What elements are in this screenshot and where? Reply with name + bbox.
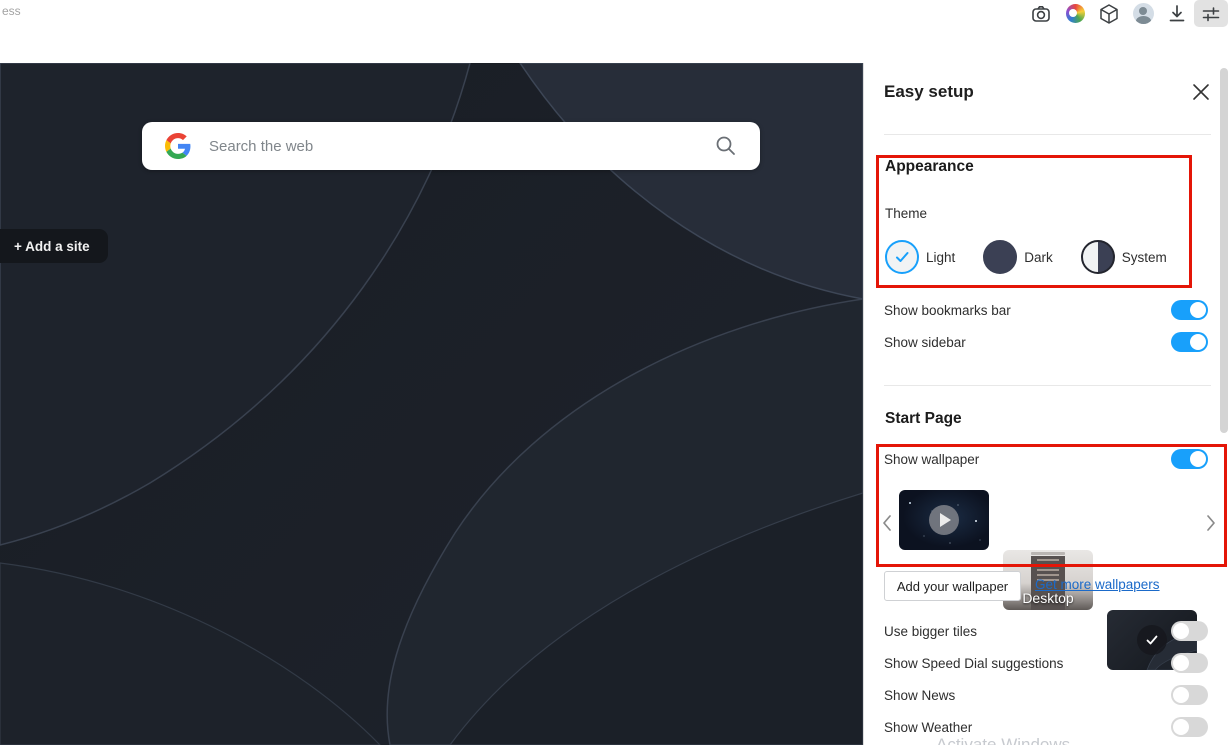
show-weather-row: Show Weather — [884, 717, 1208, 737]
add-site-button[interactable]: + Add a site — [0, 229, 108, 263]
easy-setup-icon — [1202, 6, 1220, 21]
theme-option-system[interactable]: System — [1080, 240, 1167, 274]
bookmark-item-partial[interactable]: ess — [2, 4, 21, 18]
show-bookmarks-row: Show bookmarks bar — [884, 300, 1208, 320]
search-bar — [142, 122, 760, 170]
pinboard-icon — [1065, 4, 1085, 23]
appearance-heading: Appearance — [885, 158, 974, 175]
wallpaper-thumb-space-video[interactable] — [899, 490, 989, 550]
show-weather-toggle[interactable] — [1171, 717, 1208, 737]
theme-option-dark[interactable]: Dark — [983, 240, 1053, 274]
check-icon — [896, 252, 909, 262]
show-sidebar-label: Show sidebar — [884, 334, 966, 350]
profile-icon — [1132, 3, 1154, 24]
show-news-label: Show News — [884, 687, 956, 703]
use-bigger-tiles-toggle[interactable] — [1171, 621, 1208, 641]
extensions-button[interactable] — [1092, 0, 1126, 27]
search-input[interactable] — [209, 137, 714, 155]
chevron-left-icon[interactable] — [880, 513, 894, 533]
close-icon[interactable] — [1192, 83, 1210, 101]
downloads-button[interactable] — [1160, 0, 1194, 27]
chevron-right-icon[interactable] — [1204, 513, 1218, 533]
show-wallpaper-row: Show wallpaper — [884, 449, 1208, 469]
system-theme-label: System — [1121, 249, 1167, 265]
start-page: + Add a site — [0, 63, 863, 745]
use-bigger-tiles-row: Use bigger tiles — [884, 621, 1208, 641]
add-wallpaper-button[interactable]: Add your wallpaper — [884, 571, 1021, 601]
toolbar-icon-group — [1024, 0, 1228, 27]
easy-setup-panel: Easy setup Appearance Theme Light Dark S… — [863, 63, 1231, 745]
speed-dial-suggestions-toggle[interactable] — [1171, 653, 1208, 673]
google-logo-icon — [165, 133, 191, 159]
theme-label: Theme — [885, 206, 928, 221]
light-theme-icon — [885, 240, 919, 274]
download-icon — [1169, 4, 1185, 21]
theme-option-light[interactable]: Light — [885, 240, 955, 274]
get-more-wallpapers-link[interactable]: Get more wallpapers — [1035, 577, 1160, 592]
dark-theme-label: Dark — [1024, 249, 1053, 265]
cube-icon — [1100, 3, 1118, 24]
profile-button[interactable] — [1126, 0, 1160, 27]
desktop-menubar-decoration — [1031, 552, 1065, 555]
use-bigger-tiles-label: Use bigger tiles — [884, 623, 978, 639]
easy-setup-button[interactable] — [1194, 0, 1228, 27]
show-sidebar-row: Show sidebar — [884, 332, 1208, 352]
dark-theme-icon — [983, 240, 1018, 274]
camera-icon — [1032, 5, 1050, 22]
show-bookmarks-toggle[interactable] — [1171, 300, 1208, 320]
browser-toolbar: ess — [0, 0, 1231, 63]
show-news-toggle[interactable] — [1171, 685, 1208, 705]
pinboard-button[interactable] — [1058, 0, 1092, 27]
speed-dial-suggestions-row: Show Speed Dial suggestions — [884, 653, 1208, 673]
speed-dial-suggestions-label: Show Speed Dial suggestions — [884, 655, 1064, 671]
theme-options: Light Dark System — [885, 239, 1167, 275]
show-bookmarks-label: Show bookmarks bar — [884, 302, 1011, 318]
start-page-heading: Start Page — [885, 410, 962, 427]
show-wallpaper-label: Show wallpaper — [884, 451, 980, 467]
activate-windows-watermark: Activate Windows — [936, 735, 1071, 745]
browser-window: ess Search the web + Add a site Easy set… — [0, 0, 1231, 745]
show-wallpaper-toggle[interactable] — [1171, 449, 1208, 469]
show-sidebar-toggle[interactable] — [1171, 332, 1208, 352]
panel-title: Easy setup — [884, 82, 974, 101]
light-theme-label: Light — [926, 249, 956, 265]
play-icon — [929, 505, 959, 535]
snapshot-button[interactable] — [1024, 0, 1058, 27]
stars-decoration — [909, 502, 911, 504]
show-weather-label: Show Weather — [884, 719, 973, 735]
divider — [884, 385, 1211, 386]
show-news-row: Show News — [884, 685, 1208, 705]
search-icon[interactable] — [714, 134, 738, 158]
divider — [884, 134, 1211, 135]
panel-scrollbar[interactable] — [1220, 68, 1228, 433]
system-theme-icon — [1080, 240, 1115, 274]
